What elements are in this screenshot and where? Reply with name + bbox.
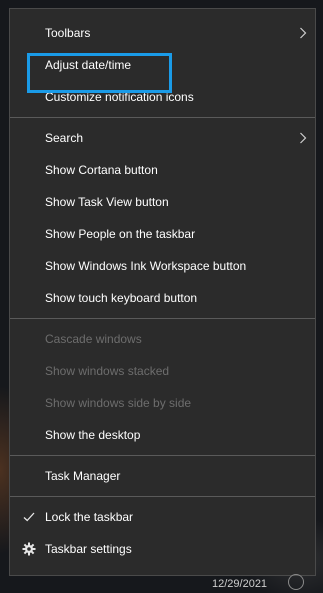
menu-separator <box>10 318 315 319</box>
menu-item-show-cortana-button[interactable]: Show Cortana button <box>10 154 315 186</box>
checkmark-icon <box>21 501 37 533</box>
chevron-right-icon <box>297 122 309 154</box>
menu-item-show-windows-stacked: Show windows stacked <box>10 355 315 387</box>
menu-item-label: Show windows stacked <box>45 364 170 378</box>
menu-item-taskbar-settings[interactable]: Taskbar settings <box>10 533 315 565</box>
menu-item-label: Lock the taskbar <box>45 510 134 524</box>
menu-item-show-people-on-taskbar[interactable]: Show People on the taskbar <box>10 218 315 250</box>
menu-item-label: Show People on the taskbar <box>45 227 196 241</box>
menu-item-label: Taskbar settings <box>45 542 132 556</box>
notification-center-icon[interactable] <box>288 574 304 590</box>
chevron-right-icon <box>297 17 309 49</box>
menu-item-show-windows-side-by-side: Show windows side by side <box>10 387 315 419</box>
menu-item-show-touch-keyboard-button[interactable]: Show touch keyboard button <box>10 282 315 314</box>
menu-separator <box>10 455 315 456</box>
menu-item-task-manager[interactable]: Task Manager <box>10 460 315 492</box>
menu-item-show-windows-ink-workspace-button[interactable]: Show Windows Ink Workspace button <box>10 250 315 282</box>
menu-item-label: Show Cortana button <box>45 163 158 177</box>
menu-separator <box>10 117 315 118</box>
menu-item-label: Show the desktop <box>45 428 141 442</box>
gear-icon <box>21 533 37 565</box>
menu-separator <box>10 496 315 497</box>
menu-item-label: Show Task View button <box>45 195 169 209</box>
menu-item-label: Toolbars <box>45 26 91 40</box>
menu-item-search[interactable]: Search <box>10 122 315 154</box>
menu-item-customize-notification-icons[interactable]: Customize notification icons <box>10 81 315 113</box>
menu-item-cascade-windows: Cascade windows <box>10 323 315 355</box>
menu-item-lock-the-taskbar[interactable]: Lock the taskbar <box>10 501 315 533</box>
menu-item-show-the-desktop[interactable]: Show the desktop <box>10 419 315 451</box>
menu-item-adjust-date-time[interactable]: Adjust date/time <box>10 49 315 81</box>
menu-item-toolbars[interactable]: Toolbars <box>10 17 315 49</box>
menu-item-label: Show touch keyboard button <box>45 291 198 305</box>
taskbar-context-menu: Toolbars Adjust date/time Customize noti… <box>9 8 316 576</box>
menu-item-label: Customize notification icons <box>45 90 194 104</box>
menu-item-show-task-view-button[interactable]: Show Task View button <box>10 186 315 218</box>
menu-item-label: Cascade windows <box>45 332 142 346</box>
menu-item-label: Show Windows Ink Workspace button <box>45 259 247 273</box>
menu-item-label: Adjust date/time <box>45 58 132 72</box>
menu-item-label: Search <box>45 131 84 145</box>
menu-item-label: Task Manager <box>45 469 121 483</box>
taskbar-clock[interactable]: 12/29/2021 <box>212 578 267 590</box>
menu-item-label: Show windows side by side <box>45 396 192 410</box>
